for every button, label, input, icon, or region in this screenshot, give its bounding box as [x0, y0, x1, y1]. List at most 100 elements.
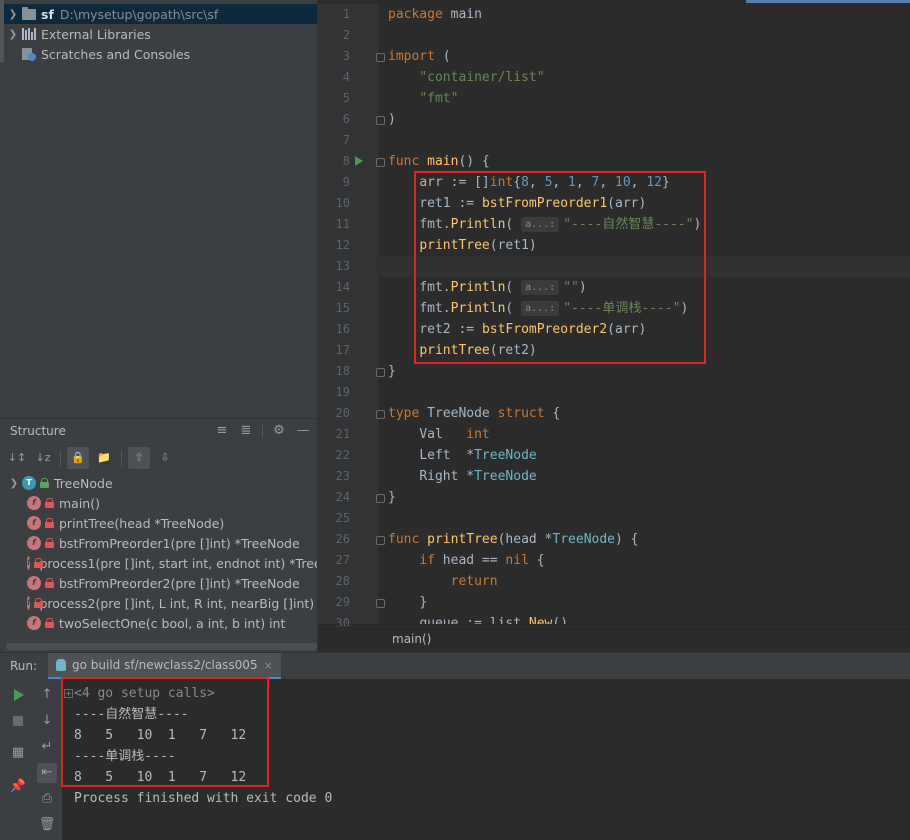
code-editor[interactable]: 1 2 3 4 5 6 7 8 9 10 11 12 13 14 15 16 1…: [317, 0, 910, 652]
run-gutter-icon[interactable]: [355, 156, 363, 166]
punct-token: ): [680, 301, 689, 316]
number-token: 1: [568, 175, 576, 190]
fold-icon[interactable]: [376, 536, 385, 545]
punct-token: ) {: [615, 532, 639, 547]
line-number: 17: [335, 343, 350, 357]
field-token: Left *: [419, 448, 475, 463]
code-line-29: }: [388, 592, 427, 613]
type-token: TreeNode: [552, 532, 616, 547]
line-number: 19: [335, 385, 350, 399]
console-line[interactable]: <4 go setup calls>: [74, 683, 332, 704]
number-token: 7: [591, 175, 600, 190]
keyword-token: struct: [497, 406, 545, 421]
stop-button[interactable]: [8, 711, 28, 731]
structure-item-printtree[interactable]: f printTree(head *TreeNode): [6, 513, 317, 533]
structure-item-twoselectone[interactable]: f twoSelectOne(c bool, a int, b int) int: [6, 613, 317, 633]
code-line-21: Val int: [388, 424, 489, 445]
code-line-11: fmt.Println( a...: "----自然智慧----"): [388, 214, 701, 235]
string-token: "": [563, 280, 579, 295]
line-number: 10: [335, 196, 350, 210]
header-divider: [262, 424, 263, 438]
code-line-10: ret1 := bstFromPreorder1(arr): [388, 193, 646, 214]
code-line-1: package main: [388, 4, 482, 25]
chevron-right-icon[interactable]: ❯: [6, 478, 22, 489]
console-output[interactable]: <4 go setup calls> ----自然智慧---- 8 5 10 1…: [74, 683, 332, 809]
keyword-token: func: [388, 532, 420, 547]
field-token: Right *: [419, 469, 475, 484]
collapse-all-icon[interactable]: ≣: [238, 423, 254, 439]
printer-icon: ⎙: [41, 791, 53, 806]
structure-item-process2[interactable]: f process2(pre []int, L int, R int, near…: [6, 593, 317, 613]
go-gopher-icon: [56, 659, 66, 671]
gear-icon[interactable]: ⚙: [271, 423, 287, 439]
line-number: 20: [335, 406, 350, 420]
scroll-up-button[interactable]: ↑: [37, 685, 57, 705]
scroll-down-button[interactable]: ↓: [37, 711, 57, 731]
trash-icon: 🗑: [38, 817, 56, 832]
scroll-to-end-button[interactable]: ⇤: [37, 763, 57, 783]
project-root-item[interactable]: ❯ sf D:\mysetup\gopath\src\sf: [4, 4, 317, 24]
structure-header-actions: ≡ ≣ ⚙ —: [214, 423, 311, 439]
type-token: TreeNode: [474, 469, 537, 484]
expand-calls-icon[interactable]: +: [64, 689, 73, 698]
run-config-tab[interactable]: go build sf/newclass2/class005 ×: [48, 653, 281, 679]
line-number: 27: [335, 553, 350, 567]
fold-icon[interactable]: [376, 158, 385, 167]
chevron-right-icon[interactable]: ❯: [4, 9, 22, 20]
scratches-consoles-item[interactable]: ❯ Scratches and Consoles: [4, 44, 317, 64]
external-libraries-item[interactable]: ❯ External Libraries: [4, 24, 317, 44]
fold-icon[interactable]: [376, 599, 385, 608]
editor-tab-indicator: [746, 0, 910, 3]
line-number-gutter[interactable]: 1 2 3 4 5 6 7 8 9 10 11 12 13 14 15 16 1…: [318, 4, 385, 630]
fold-icon[interactable]: [376, 53, 385, 62]
pin-tab-button[interactable]: 📌: [8, 777, 28, 797]
console-line: 8 5 10 1 7 12: [74, 728, 247, 743]
scratches-consoles-label: Scratches and Consoles: [41, 46, 191, 62]
structure-item-process1[interactable]: f process1(pre []int, start int, endnot …: [6, 553, 317, 573]
code-token: ret2 :=: [419, 322, 482, 337]
code-token: head ==: [442, 553, 506, 568]
function-call-token: bstFromPreorder1: [481, 196, 608, 211]
soft-wrap-button[interactable]: ↵: [37, 737, 57, 757]
clear-all-button[interactable]: 🗑: [37, 815, 57, 835]
structure-item-label: main(): [59, 495, 100, 511]
code-line-14: fmt.Println( a...: ""): [388, 277, 587, 298]
code-line-9: arr := []int{8, 5, 1, 7, 10, 12}: [419, 175, 670, 190]
function-icon: f: [27, 596, 31, 610]
keyword-token: import: [388, 49, 435, 64]
structure-item-main[interactable]: f main(): [6, 493, 317, 513]
fold-icon[interactable]: [376, 410, 385, 419]
structure-item-label: process1(pre []int, start int, endnot in…: [39, 555, 317, 571]
fold-icon[interactable]: [376, 494, 385, 503]
show-private-lock-icon[interactable]: 🔒: [67, 447, 89, 469]
punct-token: }: [419, 595, 428, 610]
fold-icon[interactable]: [376, 116, 385, 125]
close-icon[interactable]: ×: [264, 659, 273, 672]
function-icon: f: [27, 576, 41, 590]
code-token: (head *: [497, 532, 553, 547]
minimize-icon[interactable]: —: [295, 423, 311, 439]
rerun-button[interactable]: [8, 685, 28, 705]
fold-icon[interactable]: [376, 368, 385, 377]
expand-all-icon[interactable]: ≡: [214, 423, 230, 439]
structure-item-bstfrompreorder2[interactable]: f bstFromPreorder2(pre []int) *TreeNode: [6, 573, 317, 593]
function-call-token: Println: [450, 301, 506, 316]
autoscroll-from-source-icon[interactable]: ⇩: [154, 447, 176, 469]
autoscroll-to-source-icon[interactable]: ⇧: [128, 447, 150, 469]
sort-visibility-icon[interactable]: ↓↕: [6, 447, 28, 469]
structure-item-treenode[interactable]: ❯ T TreeNode: [6, 473, 317, 493]
punct-token: (: [505, 217, 514, 232]
layout-button[interactable]: ▦: [8, 743, 28, 763]
chevron-right-icon[interactable]: ❯: [4, 29, 22, 40]
structure-horizontal-scrollbar[interactable]: [6, 643, 317, 650]
sort-alpha-icon[interactable]: ↓z: [32, 447, 54, 469]
breadcrumb[interactable]: main(): [392, 632, 431, 646]
code-area[interactable]: package main import ( "container/list" "…: [388, 4, 908, 624]
run-label: Run:: [10, 659, 38, 673]
structure-item-bstfrompreorder1[interactable]: f bstFromPreorder1(pre []int) *TreeNode: [6, 533, 317, 553]
show-fields-folder-icon[interactable]: 📁: [93, 447, 115, 469]
line-number: 3: [342, 49, 350, 63]
print-button[interactable]: ⎙: [37, 789, 57, 809]
punct-token: (: [505, 280, 514, 295]
run-tool-window: Run: go build sf/newclass2/class005 × ▦ …: [0, 652, 910, 840]
